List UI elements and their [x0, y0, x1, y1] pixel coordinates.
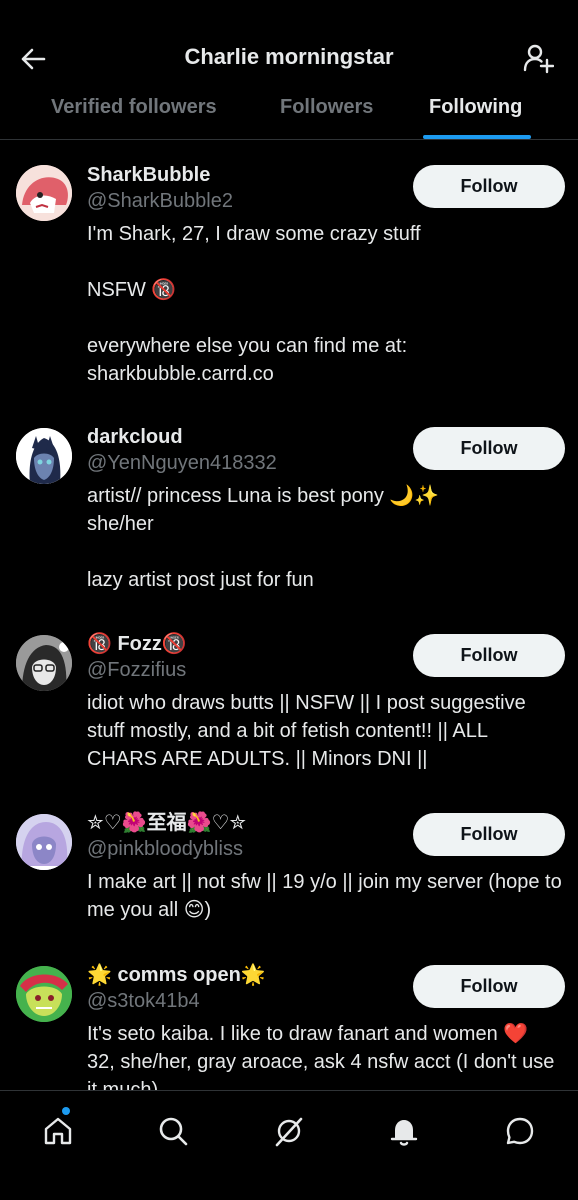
- nav-search[interactable]: [153, 1111, 193, 1151]
- avatar[interactable]: [16, 635, 72, 691]
- tab-following[interactable]: Following: [429, 96, 522, 119]
- bottom-nav: [0, 1090, 578, 1200]
- nav-messages[interactable]: [500, 1111, 540, 1151]
- follow-button[interactable]: Follow: [413, 165, 565, 208]
- tab-followers[interactable]: Followers: [280, 96, 373, 119]
- nav-grok[interactable]: [269, 1111, 309, 1151]
- user-bio: I make art || not sfw || 19 y/o || join …: [87, 871, 562, 921]
- avatar[interactable]: [16, 814, 72, 870]
- grok-icon: [275, 1117, 303, 1147]
- follow-button[interactable]: Follow: [413, 427, 565, 470]
- bell-icon: [390, 1120, 418, 1146]
- follow-button[interactable]: Follow: [413, 813, 565, 856]
- nav-notifications[interactable]: [384, 1111, 424, 1151]
- user-bio: It's seto kaiba. I like to draw fanart a…: [87, 1023, 555, 1090]
- follow-button[interactable]: Follow: [413, 965, 565, 1008]
- tab-verified-followers[interactable]: Verified followers: [51, 96, 217, 119]
- follow-button[interactable]: Follow: [413, 634, 565, 677]
- search-icon: [159, 1117, 188, 1146]
- avatar[interactable]: [16, 165, 72, 221]
- messages-icon: [506, 1117, 534, 1145]
- avatar-image: [16, 635, 72, 691]
- user-bio: I'm Shark, 27, I draw some crazy stuff N…: [87, 223, 421, 385]
- active-tab-indicator: [423, 135, 531, 139]
- user-bio: artist// princess Luna is best pony 🌙✨ s…: [87, 485, 440, 591]
- notification-dot: [62, 1107, 70, 1115]
- avatar-image: [16, 428, 72, 484]
- add-user-button[interactable]: [520, 40, 556, 76]
- page-title: Charlie morningstar: [184, 44, 394, 69]
- avatar-image: [16, 814, 72, 870]
- avatar[interactable]: [16, 966, 72, 1022]
- user-bio: idiot who draws butts || NSFW || I post …: [87, 692, 526, 770]
- add-user-icon: [523, 44, 554, 74]
- nav-home[interactable]: [38, 1111, 78, 1151]
- home-icon: [44, 1117, 72, 1145]
- tab-bar: Verified followers Followers Following: [0, 92, 578, 140]
- avatar-image: [16, 966, 72, 1022]
- following-list: SharkBubble @SharkBubble2 I'm Shark, 27,…: [0, 140, 578, 1090]
- avatar-image: [16, 165, 72, 221]
- top-bar: Charlie morningstar Verified followers F…: [0, 0, 578, 140]
- avatar[interactable]: [16, 428, 72, 484]
